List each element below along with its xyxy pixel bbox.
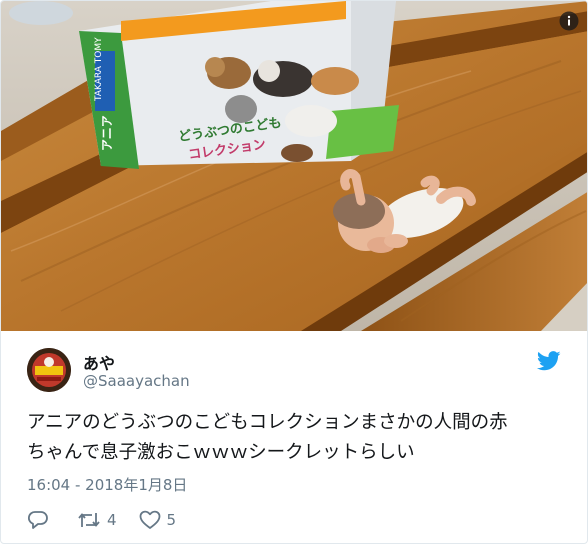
reply-icon xyxy=(27,511,48,529)
tweet-text: アニアのどうぶつのこどもコレクションまさかの人間の赤 ちゃんで息子激おこｗｗｗシ… xyxy=(27,408,567,468)
retweet-button[interactable]: 4 xyxy=(77,510,117,530)
info-icon[interactable] xyxy=(559,11,579,31)
avatar[interactable] xyxy=(27,348,71,392)
tweet-text-line2: ちゃんで息子激おこｗｗｗシークレットらしい xyxy=(27,442,415,463)
reply-button[interactable] xyxy=(27,510,55,530)
tweet-card: TAKARA TOMY アニア どうぶつのこども コレクション あや @Saaa… xyxy=(0,0,588,544)
tweet-photo[interactable]: TAKARA TOMY アニア どうぶつのこども コレクション xyxy=(1,1,587,331)
photo-illustration: TAKARA TOMY アニア どうぶつのこども コレクション xyxy=(1,1,587,331)
heart-icon xyxy=(139,510,160,529)
retweet-count: 4 xyxy=(107,511,117,529)
like-button[interactable]: 5 xyxy=(139,510,177,530)
user-handle[interactable]: @Saaayachan xyxy=(83,372,190,390)
box-brand: TAKARA TOMY xyxy=(94,37,104,102)
like-count: 5 xyxy=(166,511,177,529)
retweet-icon xyxy=(78,513,100,527)
tweet-text-line1: アニアのどうぶつのこどもコレクションまさかの人間の赤 xyxy=(27,412,508,433)
tweet-timestamp[interactable]: 16:04 - 2018年1月8日 xyxy=(27,474,187,495)
twitter-bird-icon[interactable] xyxy=(537,351,561,371)
box-series: アニア xyxy=(100,115,114,151)
display-name[interactable]: あや xyxy=(83,350,115,374)
tweet-actions: 4 5 xyxy=(27,509,198,531)
